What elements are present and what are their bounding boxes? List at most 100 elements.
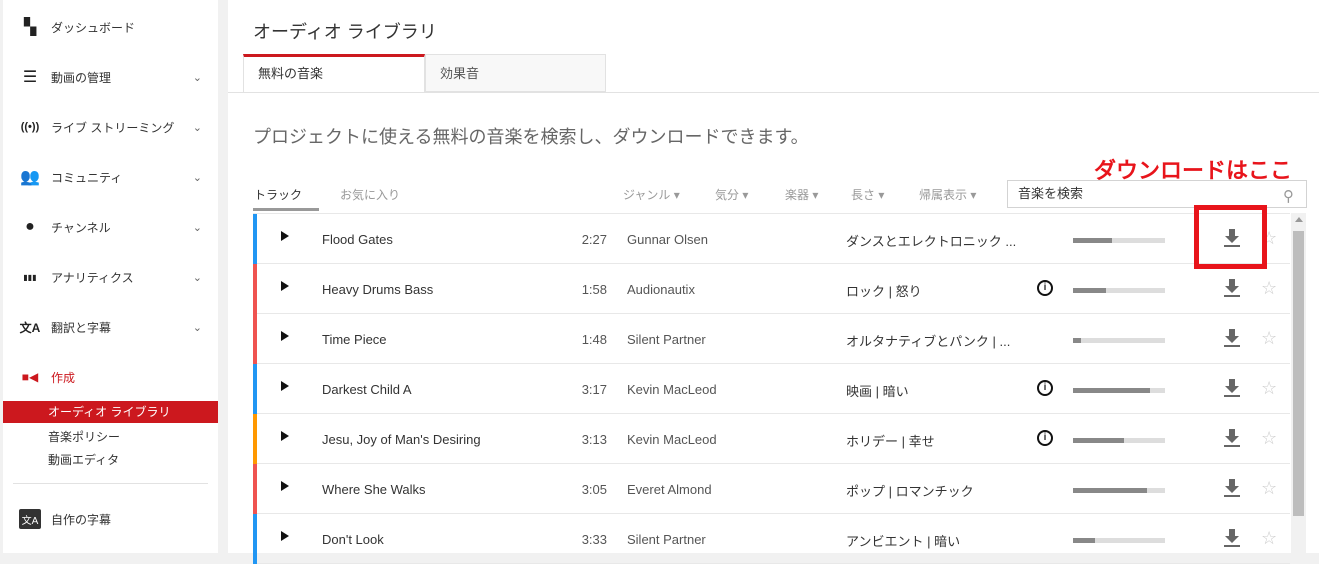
track-artist[interactable]: Silent Partner bbox=[627, 332, 706, 347]
popularity-bar bbox=[1073, 388, 1165, 393]
sidebar-item-label: アナリティクス bbox=[51, 270, 134, 285]
popularity-fill bbox=[1073, 538, 1096, 543]
star-icon[interactable]: ☆ bbox=[1261, 528, 1277, 549]
divider bbox=[13, 483, 208, 484]
search-input[interactable]: 音楽を検索 ⚲ bbox=[1007, 180, 1307, 208]
scroll-up-arrow[interactable] bbox=[1295, 217, 1303, 222]
channel-icon: ● bbox=[25, 218, 35, 235]
divider bbox=[228, 92, 1319, 93]
tab-sound-effects[interactable]: 効果音 bbox=[425, 54, 606, 92]
track-title: Time Piece bbox=[322, 332, 387, 347]
search-icon[interactable]: ⚲ bbox=[1283, 184, 1294, 210]
sidebar-item-3[interactable]: 👥 コミュニティ ⌄ bbox=[3, 162, 218, 192]
filter-mood[interactable]: 気分 ▾ bbox=[715, 186, 748, 203]
page-title: オーディオ ライブラリ bbox=[253, 22, 437, 42]
star-icon[interactable]: ☆ bbox=[1261, 428, 1277, 449]
sidebar-item-7[interactable]: ■◀ 作成 bbox=[3, 362, 218, 392]
download-icon[interactable] bbox=[1223, 478, 1241, 498]
sidebar-item-1[interactable]: ☰ 動画の管理 ⌄ bbox=[3, 62, 218, 92]
sidebar-item-5[interactable]: ▮▮▮ アナリティクス ⌄ bbox=[3, 262, 218, 292]
sidebar-item-4[interactable]: ● チャンネル ⌄ bbox=[3, 212, 218, 242]
filter-instrument[interactable]: 楽器 ▾ bbox=[785, 186, 818, 203]
attribution-icon[interactable]: i bbox=[1037, 280, 1053, 296]
play-icon[interactable] bbox=[281, 331, 289, 341]
chevron-down-icon[interactable]: ⌄ bbox=[193, 171, 202, 184]
track-duration: 3:33 bbox=[581, 532, 607, 547]
chevron-down-icon[interactable]: ⌄ bbox=[193, 271, 202, 284]
popularity-fill bbox=[1073, 338, 1082, 343]
sidebar-item-label: コミュニティ bbox=[51, 170, 123, 185]
star-icon[interactable]: ☆ bbox=[1261, 278, 1277, 299]
popularity-bar bbox=[1073, 488, 1165, 493]
sidebar-item-label: 作成 bbox=[51, 370, 76, 385]
subtitles-icon: 文A bbox=[19, 509, 41, 529]
download-icon[interactable] bbox=[1223, 328, 1241, 348]
sidebar-item-own-subtitles[interactable]: 文A 自作の字幕 bbox=[3, 504, 218, 534]
chevron-down-icon[interactable]: ⌄ bbox=[193, 321, 202, 334]
track-row[interactable]: Time Piece 1:48 Silent Partner オルタナティブとパ… bbox=[253, 314, 1290, 364]
track-row[interactable]: Jesu, Joy of Man's Desiring 3:13 Kevin M… bbox=[253, 414, 1290, 464]
filter-attribution[interactable]: 帰属表示 ▾ bbox=[919, 186, 976, 203]
play-icon[interactable] bbox=[281, 531, 289, 541]
sidebar-item-0[interactable]: ▚ ダッシュボード bbox=[3, 12, 218, 42]
genre-color-strip bbox=[253, 364, 257, 414]
scrollbar-thumb[interactable] bbox=[1293, 231, 1304, 516]
track-row[interactable]: Heavy Drums Bass 1:58 Audionautix ロック | … bbox=[253, 264, 1290, 314]
chevron-down-icon[interactable]: ⌄ bbox=[193, 221, 202, 234]
sidebar-item-6[interactable]: 文A 翻訳と字幕 ⌄ bbox=[3, 312, 218, 342]
download-icon[interactable] bbox=[1223, 428, 1241, 448]
chevron-down-icon[interactable]: ⌄ bbox=[193, 121, 202, 134]
play-icon[interactable] bbox=[281, 231, 289, 241]
track-row[interactable]: Darkest Child A 3:17 Kevin MacLeod 映画 | … bbox=[253, 364, 1290, 414]
download-icon[interactable] bbox=[1223, 528, 1241, 548]
track-artist[interactable]: Silent Partner bbox=[627, 532, 706, 547]
tab-free-music[interactable]: 無料の音楽 bbox=[243, 54, 425, 92]
download-icon[interactable] bbox=[1223, 278, 1241, 298]
track-title: Darkest Child A bbox=[322, 382, 412, 397]
track-row[interactable]: Flood Gates 2:27 Gunnar Olsen ダンスとエレクトロニ… bbox=[253, 214, 1290, 264]
video-manager-icon: ☰ bbox=[22, 69, 38, 86]
track-artist[interactable]: Kevin MacLeod bbox=[627, 432, 717, 447]
create-icon: ■◀ bbox=[21, 370, 39, 384]
play-icon[interactable] bbox=[281, 381, 289, 391]
sidebar-item-2[interactable]: ((•)) ライブ ストリーミング ⌄ bbox=[3, 112, 218, 142]
attribution-icon[interactable]: i bbox=[1037, 380, 1053, 396]
track-artist[interactable]: Gunnar Olsen bbox=[627, 232, 708, 247]
track-row[interactable]: Don't Look 3:33 Silent Partner アンビエント | … bbox=[253, 514, 1290, 564]
attribution-icon[interactable]: i bbox=[1037, 430, 1053, 446]
sidebar-item-label: 翻訳と字幕 bbox=[51, 320, 112, 335]
star-icon[interactable]: ☆ bbox=[1261, 478, 1277, 499]
sidebar-subitem-0[interactable]: オーディオ ライブラリ bbox=[3, 401, 218, 423]
star-icon[interactable]: ☆ bbox=[1261, 328, 1277, 349]
track-genre-mood: 映画 | 暗い bbox=[846, 384, 909, 399]
play-icon[interactable] bbox=[281, 431, 289, 441]
annotation-highlight-box bbox=[1194, 205, 1267, 269]
track-artist[interactable]: Everet Almond bbox=[627, 482, 712, 497]
sidebar-item-label: 動画の管理 bbox=[51, 70, 112, 85]
track-title: Heavy Drums Bass bbox=[322, 282, 434, 297]
sidebar-item-label: 自作の字幕 bbox=[51, 512, 112, 527]
track-genre-mood: ポップ | ロマンチック bbox=[846, 484, 974, 499]
play-icon[interactable] bbox=[281, 281, 289, 291]
track-artist[interactable]: Audionautix bbox=[627, 282, 695, 297]
star-icon[interactable]: ☆ bbox=[1261, 378, 1277, 399]
chevron-down-icon[interactable]: ⌄ bbox=[193, 71, 202, 84]
track-duration: 1:58 bbox=[581, 282, 607, 297]
scrollbar[interactable] bbox=[1291, 213, 1306, 553]
play-icon[interactable] bbox=[281, 481, 289, 491]
subtab-favorites[interactable]: お気に入り bbox=[340, 186, 400, 203]
sidebar-subitem-1[interactable]: 音楽ポリシー bbox=[3, 426, 218, 448]
popularity-fill bbox=[1073, 288, 1107, 293]
subtab-tracks[interactable]: トラック bbox=[254, 186, 302, 203]
sidebar-subitem-2[interactable]: 動画エディタ bbox=[3, 449, 218, 471]
popularity-fill bbox=[1073, 438, 1124, 443]
track-row[interactable]: Where She Walks 3:05 Everet Almond ポップ |… bbox=[253, 464, 1290, 514]
track-artist[interactable]: Kevin MacLeod bbox=[627, 382, 717, 397]
download-icon[interactable] bbox=[1223, 378, 1241, 398]
filter-length[interactable]: 長さ ▾ bbox=[851, 186, 884, 203]
translate-icon: 文A bbox=[19, 320, 41, 335]
description: プロジェクトに使える無料の音楽を検索し、ダウンロードできます。 bbox=[253, 127, 809, 147]
filter-genre[interactable]: ジャンル ▾ bbox=[623, 186, 680, 203]
track-title: Where She Walks bbox=[322, 482, 426, 497]
track-duration: 1:48 bbox=[581, 332, 607, 347]
